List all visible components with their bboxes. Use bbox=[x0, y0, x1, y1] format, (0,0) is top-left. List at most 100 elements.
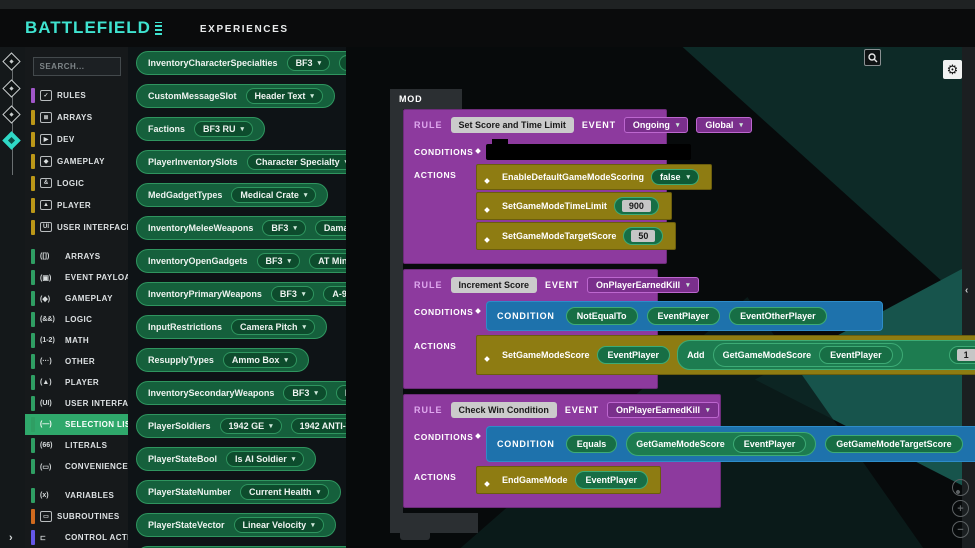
block-dropdown[interactable]: BF3▾ bbox=[283, 385, 327, 401]
block-dropdown[interactable]: A-91▾ bbox=[323, 286, 346, 302]
number-field[interactable]: 1 bbox=[957, 349, 975, 361]
sidebar-item-other[interactable]: (···)OTHER bbox=[25, 351, 128, 372]
rule-block[interactable]: RULESet Score and Time LimitEVENTOngoing… bbox=[403, 109, 667, 264]
function-block[interactable]: GetGameModeScoreEventPlayer bbox=[713, 343, 903, 367]
value-pill[interactable]: EventPlayer bbox=[819, 346, 893, 364]
mod-block-label[interactable]: MOD bbox=[390, 89, 462, 109]
stepper-diamond-active-icon[interactable] bbox=[2, 131, 20, 149]
rule-block[interactable]: RULECheck Win ConditionEVENTOnPlayerEarn… bbox=[403, 394, 721, 508]
event-dropdown[interactable]: Ongoing▾ bbox=[624, 117, 689, 133]
sidebar-item-control-actions[interactable]: ⊏CONTROL ACTIONS bbox=[25, 527, 128, 548]
flyout-block-playerstatenumber[interactable]: PlayerStateNumberCurrent Health▾ bbox=[136, 480, 341, 504]
sidebar-item-rules[interactable]: ✓RULES bbox=[25, 84, 128, 106]
value-pill[interactable]: Equals bbox=[566, 435, 618, 453]
sidebar-item-event-payloads[interactable]: (▣)EVENT PAYLOADS bbox=[25, 267, 128, 288]
flyout-block-playerstatevector[interactable]: PlayerStateVectorLinear Velocity▾ bbox=[136, 513, 336, 537]
block-dropdown[interactable]: Header Text▾ bbox=[246, 88, 323, 104]
flyout-block-custommessageslot[interactable]: CustomMessageSlotHeader Text▾ bbox=[136, 84, 335, 108]
action-block[interactable]: SetGameModeTargetScore50 bbox=[476, 222, 676, 250]
flyout-block-factions[interactable]: FactionsBF3 RU▾ bbox=[136, 117, 265, 141]
number-pill[interactable]: 1 bbox=[949, 346, 975, 364]
sidebar-item-gameplay[interactable]: ◆GAMEPLAY bbox=[25, 150, 128, 172]
block-dropdown[interactable]: BF3▾ bbox=[271, 286, 315, 302]
flyout-block-resupplytypes[interactable]: ResupplyTypesAmmo Box▾ bbox=[136, 348, 309, 372]
value-pill[interactable]: EventPlayer bbox=[647, 307, 721, 325]
condition-block[interactable]: CONDITIONNotEqualToEventPlayerEventOther… bbox=[486, 301, 883, 331]
flyout-block-inventorymeleeweapons[interactable]: InventoryMeleeWeaponsBF3▾Damavand Poke▾ bbox=[136, 216, 346, 240]
value-pill[interactable]: EventPlayer bbox=[597, 346, 671, 364]
flyout-block-inventorysecondaryweapons[interactable]: InventorySecondaryWeaponsBF3▾M1911▾ bbox=[136, 381, 346, 405]
zoom-in-button[interactable]: + bbox=[952, 500, 969, 517]
flyout-block-medgadgettypes[interactable]: MedGadgetTypesMedical Crate▾ bbox=[136, 183, 328, 207]
value-pill[interactable]: EventPlayer bbox=[733, 435, 807, 453]
event-dropdown[interactable]: OnPlayerEarnedKill▾ bbox=[587, 277, 699, 293]
sidebar-item-math[interactable]: (1-2)MATH bbox=[25, 330, 128, 351]
block-dropdown[interactable]: BF3▾ bbox=[262, 220, 306, 236]
flyout-block-playerstatebool[interactable]: PlayerStateBoolIs AI Soldier▾ bbox=[136, 447, 316, 471]
nav-experiences[interactable]: EXPERIENCES bbox=[200, 24, 289, 35]
settings-button[interactable]: ⚙ bbox=[943, 60, 962, 79]
sidebar-item-selection-lists[interactable]: (—)SELECTION LISTS bbox=[25, 414, 128, 435]
block-dropdown[interactable]: BF3▾ bbox=[257, 253, 301, 269]
mod-block[interactable]: MOD RULESet Score and Time LimitEVENTOng… bbox=[390, 89, 721, 533]
block-dropdown[interactable]: Camera Pitch▾ bbox=[231, 319, 315, 335]
number-pill[interactable]: 900 bbox=[614, 197, 659, 215]
workspace-search-button[interactable] bbox=[864, 49, 881, 66]
value-pill[interactable]: NotEqualTo bbox=[566, 307, 638, 325]
flyout-block-inventoryprimaryweapons[interactable]: InventoryPrimaryWeaponsBF3▾A-91▾ bbox=[136, 282, 346, 306]
rule-name-field[interactable]: Set Score and Time Limit bbox=[451, 117, 574, 133]
recenter-button[interactable] bbox=[952, 479, 969, 496]
search-input[interactable] bbox=[33, 57, 121, 76]
block-dropdown[interactable]: Is AI Soldier▾ bbox=[226, 451, 304, 467]
block-dropdown[interactable]: Linear Velocity▾ bbox=[234, 517, 324, 533]
sidebar-item-arrays[interactable]: ([])ARRAYS bbox=[25, 246, 128, 267]
action-block[interactable]: EndGameModeEventPlayer bbox=[476, 466, 661, 494]
sidebar-item-user-interface[interactable]: (UI)USER INTERFACE bbox=[25, 393, 128, 414]
value-pill[interactable]: EventPlayer bbox=[575, 471, 649, 489]
block-dropdown[interactable]: AT Mine▾ bbox=[309, 253, 346, 269]
sidebar-item-player[interactable]: (▲)PLAYER bbox=[25, 372, 128, 393]
flyout-block-inventorycharacterspecialties[interactable]: InventoryCharacterSpecialtiesBF3▾Ammo Bo… bbox=[136, 51, 346, 75]
sidebar-item-user-interface[interactable]: UIUSER INTERFACE bbox=[25, 216, 128, 238]
block-dropdown[interactable]: 1942 GE▾ bbox=[220, 418, 282, 434]
condition-block[interactable]: CONDITIONEqualsGetGameModeScoreEventPlay… bbox=[486, 426, 975, 462]
block-dropdown[interactable]: Medical Crate▾ bbox=[231, 187, 316, 203]
sidebar-item-variables[interactable]: (x)VARIABLES bbox=[25, 485, 128, 506]
sidebar-item-subroutines[interactable]: ▭SUBROUTINES bbox=[25, 506, 128, 527]
action-block[interactable]: EnableDefaultGameModeScoringfalse▾ bbox=[476, 164, 712, 190]
sidebar-item-arrays[interactable]: ≣ARRAYS bbox=[25, 106, 128, 128]
right-panel-toggle[interactable]: ‹ bbox=[965, 285, 968, 296]
block-dropdown[interactable]: Current Health▾ bbox=[240, 484, 329, 500]
flyout-block-inventoryopengadgets[interactable]: InventoryOpenGadgetsBF3▾AT Mine▾ bbox=[136, 249, 346, 273]
block-dropdown[interactable]: M1911▾ bbox=[336, 385, 346, 401]
function-block[interactable]: GetGameModeScoreEventPlayer bbox=[626, 432, 816, 456]
value-pill[interactable]: GetGameModeTargetScore bbox=[825, 435, 962, 453]
block-dropdown[interactable]: BF3▾ bbox=[287, 55, 331, 71]
rule-name-field[interactable]: Check Win Condition bbox=[451, 402, 557, 418]
value-pill[interactable]: EventOtherPlayer bbox=[729, 307, 827, 325]
stepper-diamond-icon[interactable] bbox=[2, 52, 20, 70]
number-field[interactable]: 900 bbox=[622, 200, 651, 212]
value-dropdown[interactable]: false▾ bbox=[651, 169, 699, 185]
stepper-diamond-icon[interactable] bbox=[2, 79, 20, 97]
action-block[interactable]: SetGameModeTimeLimit900 bbox=[476, 192, 672, 220]
workspace-canvas[interactable]: ⚙ MOD RULESet Score and Time LimitEVENTO… bbox=[346, 47, 975, 548]
zoom-out-button[interactable]: − bbox=[952, 521, 969, 538]
rule-block[interactable]: RULEIncrement ScoreEVENTOnPlayerEarnedKi… bbox=[403, 269, 658, 389]
function-block[interactable]: AddGetGameModeScoreEventPlayer1 bbox=[677, 340, 975, 370]
stepper-diamond-icon[interactable] bbox=[2, 105, 20, 123]
block-dropdown[interactable]: 1942 ANTI-TANK▾ bbox=[291, 418, 346, 434]
sidebar-item-dev[interactable]: ▶DEV bbox=[25, 128, 128, 150]
flyout-block-inputrestrictions[interactable]: InputRestrictionsCamera Pitch▾ bbox=[136, 315, 327, 339]
sidebar-item-literals[interactable]: (66)LITERALS bbox=[25, 435, 128, 456]
event-dropdown[interactable]: OnPlayerEarnedKill▾ bbox=[607, 402, 719, 418]
block-dropdown[interactable]: BF3 RU▾ bbox=[194, 121, 253, 137]
action-block[interactable]: SetGameModeScoreEventPlayerAddGetGameMod… bbox=[476, 335, 975, 375]
block-dropdown[interactable]: Damavand Poke▾ bbox=[315, 220, 346, 236]
block-dropdown[interactable]: Character Specialty▾ bbox=[247, 154, 346, 170]
sidebar-expand-chevron[interactable]: › bbox=[9, 532, 13, 544]
flyout-block-playerinventoryslots[interactable]: PlayerInventorySlotsCharacter Specialty▾ bbox=[136, 150, 346, 174]
sidebar-item-convenience[interactable]: (▭)CONVENIENCE bbox=[25, 456, 128, 477]
number-field[interactable]: 50 bbox=[631, 230, 655, 242]
block-dropdown[interactable]: Ammo Box▾ bbox=[339, 55, 346, 71]
